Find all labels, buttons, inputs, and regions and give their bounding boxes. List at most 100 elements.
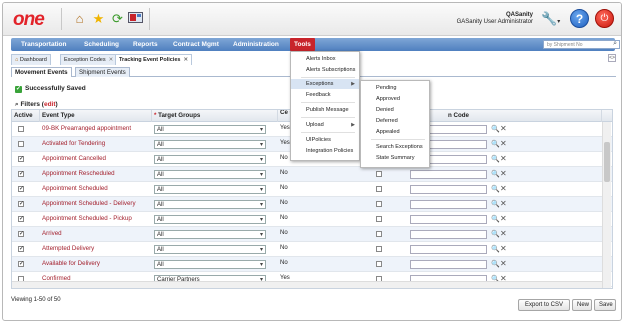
exception-code-input[interactable]: [410, 260, 487, 269]
table-row[interactable]: Appointment Rescheduled All No 🔍✕: [12, 167, 612, 182]
active-checkbox[interactable]: [18, 201, 24, 207]
lookup-icon[interactable]: 🔍: [491, 245, 500, 253]
horizontal-scrollbar[interactable]: [12, 281, 602, 288]
event-type[interactable]: Arrived: [42, 230, 62, 237]
scroll-thumb[interactable]: [604, 142, 610, 182]
exception-code-input[interactable]: [410, 215, 487, 224]
lookup-icon[interactable]: 🔍: [491, 155, 500, 163]
lookup-icon[interactable]: 🔍: [491, 140, 500, 148]
menu-alerts-subscriptions[interactable]: Alerts Subscriptions: [291, 65, 359, 75]
nav-reports[interactable]: Reports: [133, 38, 158, 51]
exception-code-input[interactable]: [410, 170, 487, 179]
table-row[interactable]: Available for Delivery All No 🔍✕: [12, 257, 612, 272]
target-group-select[interactable]: All: [154, 170, 266, 179]
exception-code-input[interactable]: [410, 185, 487, 194]
search-icon[interactable]: ⌕: [613, 40, 617, 48]
active-checkbox[interactable]: [18, 126, 24, 132]
active-checkbox[interactable]: [18, 171, 24, 177]
one-logo[interactable]: one: [13, 9, 45, 31]
target-group-select[interactable]: All: [154, 215, 266, 224]
event-type[interactable]: Appointment Cancelled: [42, 155, 106, 162]
active-checkbox[interactable]: [18, 141, 24, 147]
exit-icon[interactable]: ⏻: [595, 9, 614, 28]
active-checkbox[interactable]: [18, 216, 24, 222]
lookup-icon[interactable]: 🔍: [491, 200, 500, 208]
event-type[interactable]: Activated for Tendering: [42, 140, 105, 147]
row-checkbox[interactable]: [376, 231, 382, 237]
active-checkbox[interactable]: [18, 231, 24, 237]
row-checkbox[interactable]: [376, 201, 382, 207]
active-checkbox[interactable]: [18, 246, 24, 252]
target-group-select[interactable]: All: [154, 155, 266, 164]
screen-icon[interactable]: [127, 10, 144, 27]
row-checkbox[interactable]: [376, 171, 382, 177]
menu-state-summary[interactable]: State Summary: [361, 153, 429, 163]
tab-shipment-events[interactable]: Shipment Events: [75, 67, 130, 77]
nav-scheduling[interactable]: Scheduling: [84, 38, 119, 51]
row-checkbox[interactable]: [376, 246, 382, 252]
collapse-icon[interactable]: <>: [608, 54, 616, 62]
exception-code-input[interactable]: [410, 200, 487, 209]
tab-dashboard[interactable]: ⌂ Dashboard: [11, 54, 51, 65]
target-group-select[interactable]: All: [154, 230, 266, 239]
menu-publish-message[interactable]: Publish Message: [291, 105, 359, 115]
home-icon[interactable]: ⌂: [71, 10, 88, 27]
close-icon[interactable]: ✕: [183, 57, 188, 63]
menu-pending[interactable]: Pending: [361, 83, 429, 93]
event-type[interactable]: Appointment Scheduled: [42, 185, 108, 192]
menu-exceptions[interactable]: Exceptions ▶: [291, 79, 359, 89]
col-exception-code[interactable]: n Code: [408, 110, 602, 122]
menu-feedback[interactable]: Feedback: [291, 90, 359, 100]
table-row[interactable]: Appointment Scheduled - Delivery All No 🔍✕: [12, 197, 612, 212]
row-checkbox[interactable]: [376, 186, 382, 192]
menu-deferred[interactable]: Deferred: [361, 116, 429, 126]
target-group-select[interactable]: All: [154, 140, 266, 149]
clear-icon[interactable]: ✕: [500, 259, 507, 268]
nav-contract-mgmt[interactable]: Contract Mgmt: [173, 38, 219, 51]
nav-transportation[interactable]: Transportation: [21, 38, 67, 51]
exception-code-input[interactable]: [410, 245, 487, 254]
table-row[interactable]: Appointment Scheduled All No 🔍✕: [12, 182, 612, 197]
tab-tracking-event-policies[interactable]: Tracking Event Policies ✕: [115, 54, 193, 65]
menu-integration-policies[interactable]: Integration Policies: [291, 146, 359, 156]
clear-icon[interactable]: ✕: [500, 184, 507, 193]
tab-movement-events[interactable]: Movement Events: [11, 67, 72, 77]
refresh-icon[interactable]: ⟳: [109, 10, 126, 27]
clear-icon[interactable]: ✕: [500, 154, 507, 163]
vertical-scrollbar[interactable]: [602, 122, 611, 288]
target-group-select[interactable]: All: [154, 200, 266, 209]
clear-icon[interactable]: ✕: [500, 169, 507, 178]
menu-denied[interactable]: Denied: [361, 105, 429, 115]
help-icon[interactable]: ?: [570, 9, 589, 28]
close-icon[interactable]: ✕: [109, 57, 114, 63]
clear-icon[interactable]: ✕: [500, 244, 507, 253]
target-group-select[interactable]: All: [154, 185, 266, 194]
shipment-search-input[interactable]: by Shipment No ⌕: [543, 40, 620, 49]
tab-exception-codes[interactable]: Exception Codes ✕: [60, 54, 118, 65]
table-row[interactable]: Attempted Delivery All No 🔍✕: [12, 242, 612, 257]
col-event-type[interactable]: Event Type: [40, 110, 152, 122]
target-group-select[interactable]: All: [154, 260, 266, 269]
wrench-icon[interactable]: 🔧▾: [541, 11, 560, 27]
table-row[interactable]: Appointment Scheduled - Pickup All No 🔍✕: [12, 212, 612, 227]
clear-icon[interactable]: ✕: [500, 139, 507, 148]
nav-administration[interactable]: Administration: [233, 38, 279, 51]
menu-uipolicies[interactable]: UIPolicies: [291, 135, 359, 145]
event-type[interactable]: 09-BK Prearranged appointment: [42, 125, 131, 132]
filters-edit-link[interactable]: edit: [44, 101, 56, 108]
menu-search-exceptions[interactable]: Search Exceptions: [361, 142, 429, 152]
new-button[interactable]: New: [572, 299, 592, 311]
row-checkbox[interactable]: [376, 261, 382, 267]
event-type[interactable]: Appointment Scheduled - Pickup: [42, 215, 132, 222]
lookup-icon[interactable]: 🔍: [491, 230, 500, 238]
event-type[interactable]: Available for Delivery: [42, 260, 100, 267]
lookup-icon[interactable]: 🔍: [491, 260, 500, 268]
active-checkbox[interactable]: [18, 156, 24, 162]
lookup-icon[interactable]: 🔍: [491, 170, 500, 178]
event-type[interactable]: Attempted Delivery: [42, 245, 94, 252]
event-type[interactable]: Appointment Rescheduled: [42, 170, 115, 177]
active-checkbox[interactable]: [18, 261, 24, 267]
clear-icon[interactable]: ✕: [500, 199, 507, 208]
lookup-icon[interactable]: 🔍: [491, 125, 500, 133]
lookup-icon[interactable]: 🔍: [491, 215, 500, 223]
